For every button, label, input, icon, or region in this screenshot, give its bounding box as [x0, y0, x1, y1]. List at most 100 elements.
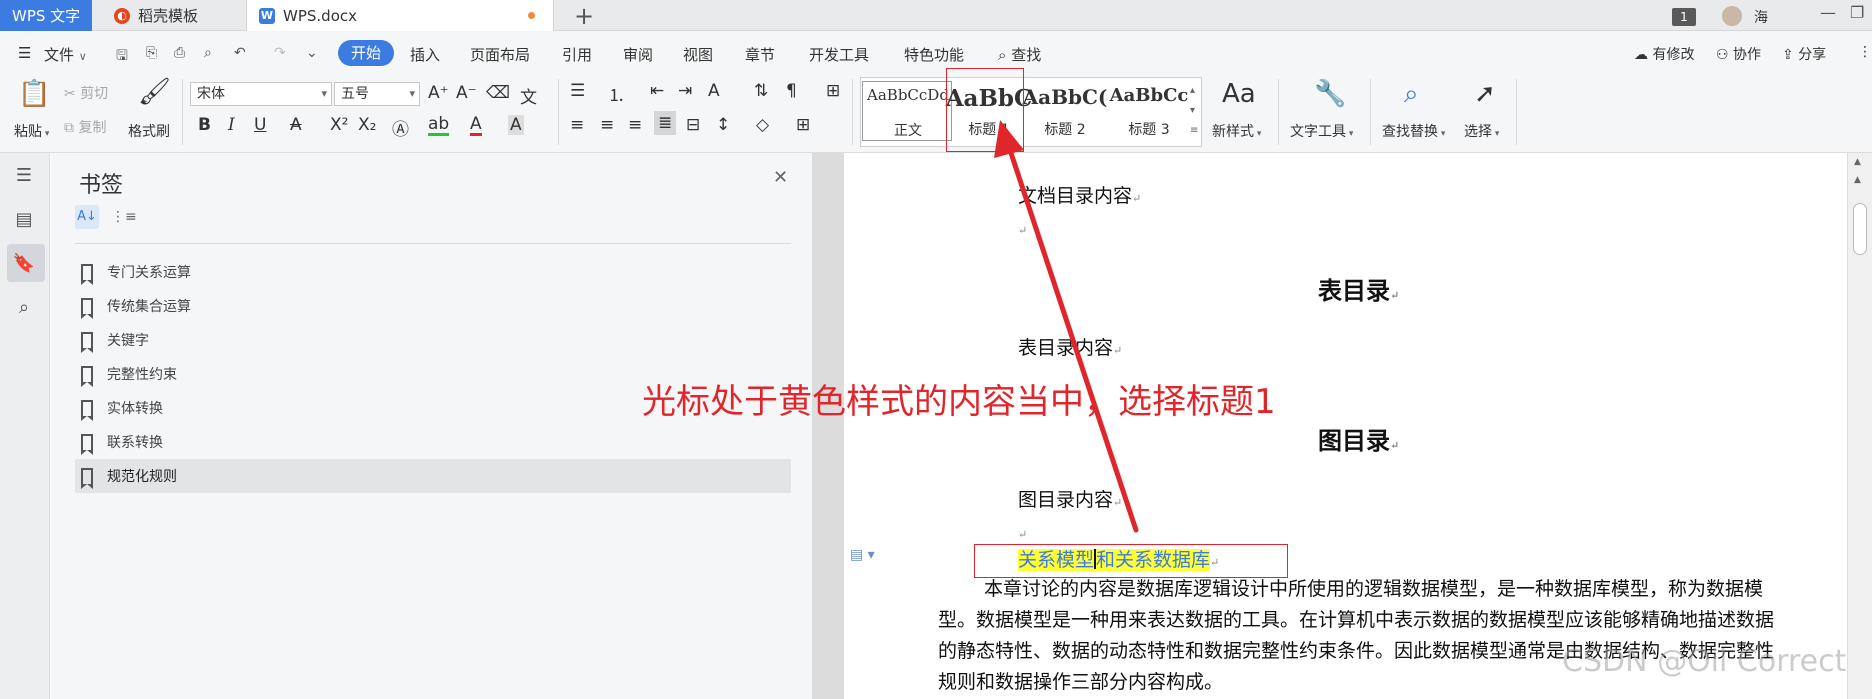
tab-start[interactable]: 开始 — [338, 40, 394, 66]
print-icon[interactable]: ⎙ — [174, 45, 185, 61]
paste-button[interactable]: 粘贴 ▾ — [14, 121, 49, 141]
user-name[interactable]: 海 — [1754, 7, 1768, 27]
minimize-button[interactable]: — — [1820, 3, 1836, 22]
avatar[interactable] — [1722, 6, 1742, 26]
sort-by-name-icon[interactable]: A↓ — [75, 205, 99, 229]
new-tab-button[interactable]: + — [574, 2, 594, 30]
text-tools-button[interactable]: 文字工具 ▾ — [1290, 121, 1353, 141]
style-normal[interactable]: AaBbCcDd 正文 — [862, 81, 952, 141]
numbered-list-icon[interactable]: ⒈ — [608, 81, 625, 106]
tab-insert[interactable]: 插入 — [410, 44, 440, 65]
chinese-layout-icon[interactable]: A — [708, 81, 720, 101]
tab-document[interactable]: W WPS.docx — [246, 0, 554, 32]
phonetic-icon[interactable]: 文 — [520, 83, 537, 108]
bullet-list-icon[interactable]: ☰ — [570, 81, 585, 101]
search-menu[interactable]: ⌕ 查找 — [998, 44, 1041, 65]
sort-by-position-icon[interactable]: ⋮≡ — [111, 205, 137, 229]
tab-review[interactable]: 审阅 — [623, 44, 653, 65]
style-heading-3[interactable]: AaBbCc 标题 3 — [1104, 81, 1194, 143]
highlight-icon[interactable]: ab — [428, 115, 450, 136]
clear-format-icon[interactable]: ⌫ — [486, 83, 510, 103]
share-button[interactable]: ⇪ 分享 — [1782, 44, 1826, 64]
bold-icon[interactable]: B — [198, 115, 211, 135]
new-style-icon[interactable]: Aa — [1222, 79, 1256, 109]
style-heading-2[interactable]: AaBbC( 标题 2 — [1020, 81, 1110, 143]
char-shading-icon[interactable]: A — [508, 115, 524, 135]
cursor-icon[interactable]: ➚ — [1474, 79, 1496, 109]
tab-special[interactable]: 特色功能 — [904, 44, 964, 65]
grow-font-icon[interactable]: A⁺ — [428, 83, 449, 103]
table-toc-content[interactable]: 表目录内容↵ — [1018, 333, 1122, 360]
menu-file[interactable]: 文件 ∨ — [44, 44, 87, 65]
scrollbar-thumb[interactable] — [1853, 203, 1867, 255]
print-preview-icon[interactable]: ⌕ — [204, 45, 212, 61]
empty-paragraph[interactable]: ↵ — [1018, 217, 1027, 239]
quick-access-more-icon[interactable]: ⌄ — [306, 45, 318, 61]
font-color-icon[interactable]: A — [470, 115, 482, 136]
increase-indent-icon[interactable]: ⇥ — [678, 81, 692, 101]
format-painter-button[interactable]: 格式刷 — [128, 121, 170, 141]
text-effect-icon[interactable]: Ⓐ — [392, 115, 409, 140]
magnifier-icon[interactable]: ⌕ — [1404, 79, 1419, 110]
tab-template[interactable]: ◐ 稻壳模板 — [100, 0, 240, 31]
bookmark-item[interactable]: 专门关系运算 — [75, 255, 791, 289]
export-icon[interactable]: ⎘ — [146, 45, 157, 61]
empty-paragraph[interactable]: ↵ — [1018, 521, 1027, 543]
more-icon[interactable]: ⋮ — [1858, 44, 1872, 60]
hamburger-icon[interactable]: ☰ — [18, 44, 31, 62]
bookmark-item[interactable]: 联系转换 — [75, 425, 791, 459]
toc-content[interactable]: 文档目录内容↵ — [1018, 181, 1141, 208]
tab-reference[interactable]: 引用 — [562, 44, 592, 65]
align-left-icon[interactable]: ≡ — [570, 115, 584, 135]
modified-button[interactable]: ☁ 有修改 — [1634, 44, 1694, 64]
cut-button[interactable]: ✂ 剪切 — [64, 83, 108, 103]
vertical-scrollbar[interactable]: ▲ ▲ — [1847, 153, 1872, 699]
outline-icon[interactable]: ☰ — [12, 165, 36, 187]
wrench-icon[interactable]: 🔧 — [1314, 79, 1346, 109]
italic-icon[interactable]: I — [228, 115, 235, 135]
tab-layout[interactable]: 页面布局 — [470, 44, 530, 65]
table-toc-heading[interactable]: 表目录↵ — [1318, 271, 1399, 306]
tab-wps-writer[interactable]: WPS 文字 — [0, 0, 92, 31]
find-panel-icon[interactable]: ⌕ — [12, 297, 36, 319]
figure-toc-content[interactable]: 图目录内容↵ — [1018, 485, 1122, 512]
style-gallery-scroll-icon[interactable]: ▴ ▾ ≡ — [1190, 81, 1198, 141]
underline-icon[interactable]: U — [254, 115, 266, 135]
shrink-font-icon[interactable]: A⁻ — [456, 83, 477, 103]
bookmark-item[interactable]: 规范化规则 — [75, 459, 791, 493]
figure-toc-heading[interactable]: 图目录↵ — [1318, 421, 1399, 456]
bookmark-panel-icon[interactable]: 🔖 — [12, 253, 36, 275]
distribute-icon[interactable]: ⊟ — [686, 115, 700, 135]
brush-icon[interactable]: 🖌 — [138, 77, 171, 107]
paste-icon[interactable]: 📋 — [18, 79, 50, 109]
close-icon[interactable]: ✕ — [773, 167, 788, 188]
tab-view[interactable]: 视图 — [683, 44, 713, 65]
font-name-select[interactable]: 宋体 — [190, 82, 332, 106]
restore-button[interactable]: ❐ — [1850, 3, 1864, 22]
redo-icon[interactable]: ↷ — [274, 45, 286, 61]
line-spacing-icon[interactable]: ↕ — [716, 115, 730, 135]
scroll-up-icon[interactable]: ▲ — [1854, 157, 1861, 167]
window-count-badge[interactable]: 1 — [1672, 8, 1696, 26]
superscript-icon[interactable]: X² — [330, 115, 348, 135]
find-replace-button[interactable]: 查找替换 ▾ — [1382, 121, 1445, 141]
tab-devtools[interactable]: 开发工具 — [809, 44, 869, 65]
strikethrough-icon[interactable]: A — [290, 115, 302, 135]
bookmark-item[interactable]: 传统集合运算 — [75, 289, 791, 323]
undo-icon[interactable]: ↶ — [234, 45, 246, 61]
new-style-button[interactable]: 新样式 ▾ — [1212, 121, 1261, 141]
align-right-icon[interactable]: ≡ — [628, 115, 642, 135]
chapter-nav-icon[interactable]: ▤ — [12, 209, 36, 231]
shading-icon[interactable]: ◇ — [756, 115, 769, 135]
tab-section[interactable]: 章节 — [745, 44, 775, 65]
scroll-page-up-icon[interactable]: ▲ — [1854, 175, 1861, 185]
border-icon[interactable]: ⊞ — [796, 115, 810, 135]
show-marks-icon[interactable]: ¶ — [786, 81, 797, 101]
select-button[interactable]: 选择 ▾ — [1464, 121, 1499, 141]
decrease-indent-icon[interactable]: ⇤ — [650, 81, 664, 101]
document-page[interactable]: 文档目录内容↵ ↵ 表目录↵ 表目录内容↵ 图目录↵ 图目录内容↵ ↵ ▤ ▾ … — [844, 153, 1847, 699]
save-icon[interactable]: 🖫 — [116, 45, 128, 69]
paragraph-layout-icon[interactable]: ▤ ▾ — [850, 547, 875, 563]
copy-button[interactable]: ⧉ 复制 — [64, 117, 106, 137]
align-center-icon[interactable]: ≡ — [600, 115, 614, 135]
